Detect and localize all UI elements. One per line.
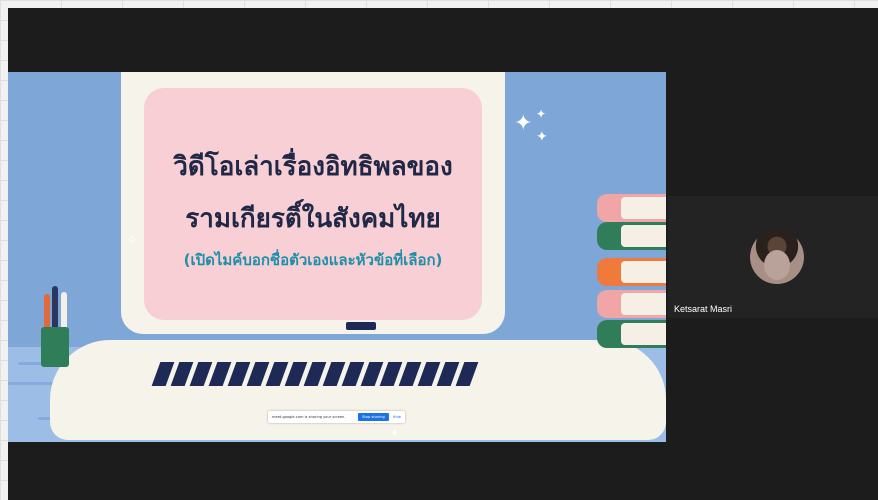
participant-name: Ketsarat Masri [674,304,733,314]
laptop-base [50,340,666,440]
participant-tile[interactable]: Ketsarat Masri [668,196,878,318]
avatar [750,230,804,284]
slide-title-line1: วิดีโอเล่าเรื่องอิทธิพลของ [173,152,453,182]
screen-share-banner: meet.google.com is sharing your screen. … [268,411,405,423]
stop-sharing-button[interactable]: Stop sharing [358,413,389,421]
laptop-screen: วิดีโอเล่าเรื่องอิทธิพลของ รามเกียรติ์ใน… [121,72,505,334]
sparkle-icon: ✦ [536,107,547,121]
slide-subtitle: (เปิดไมค์บอกชื่อตัวเองและหัวข้อที่เลือก) [183,251,443,269]
shared-screen-slide: วิดีโอเล่าเรื่องอิทธิพลของ รามเกียรติ์ใน… [8,72,666,442]
laptop-camera-notch [346,322,376,330]
sparkle-icon: ✦ [536,129,548,145]
title-panel: วิดีโอเล่าเรื่องอิทธิพลของ รามเกียรติ์ใน… [144,88,482,320]
sparkle-icon: ✦ [514,111,533,136]
share-message: meet.google.com is sharing your screen. [272,415,346,419]
laptop-keyboard [151,362,479,386]
floor-line [8,382,58,385]
hide-banner-button[interactable]: Hide [393,415,401,419]
slide-title-line2: รามเกียรติ์ในสังคมไทย [185,204,441,234]
sparkle-icon: ✧ [126,233,138,249]
